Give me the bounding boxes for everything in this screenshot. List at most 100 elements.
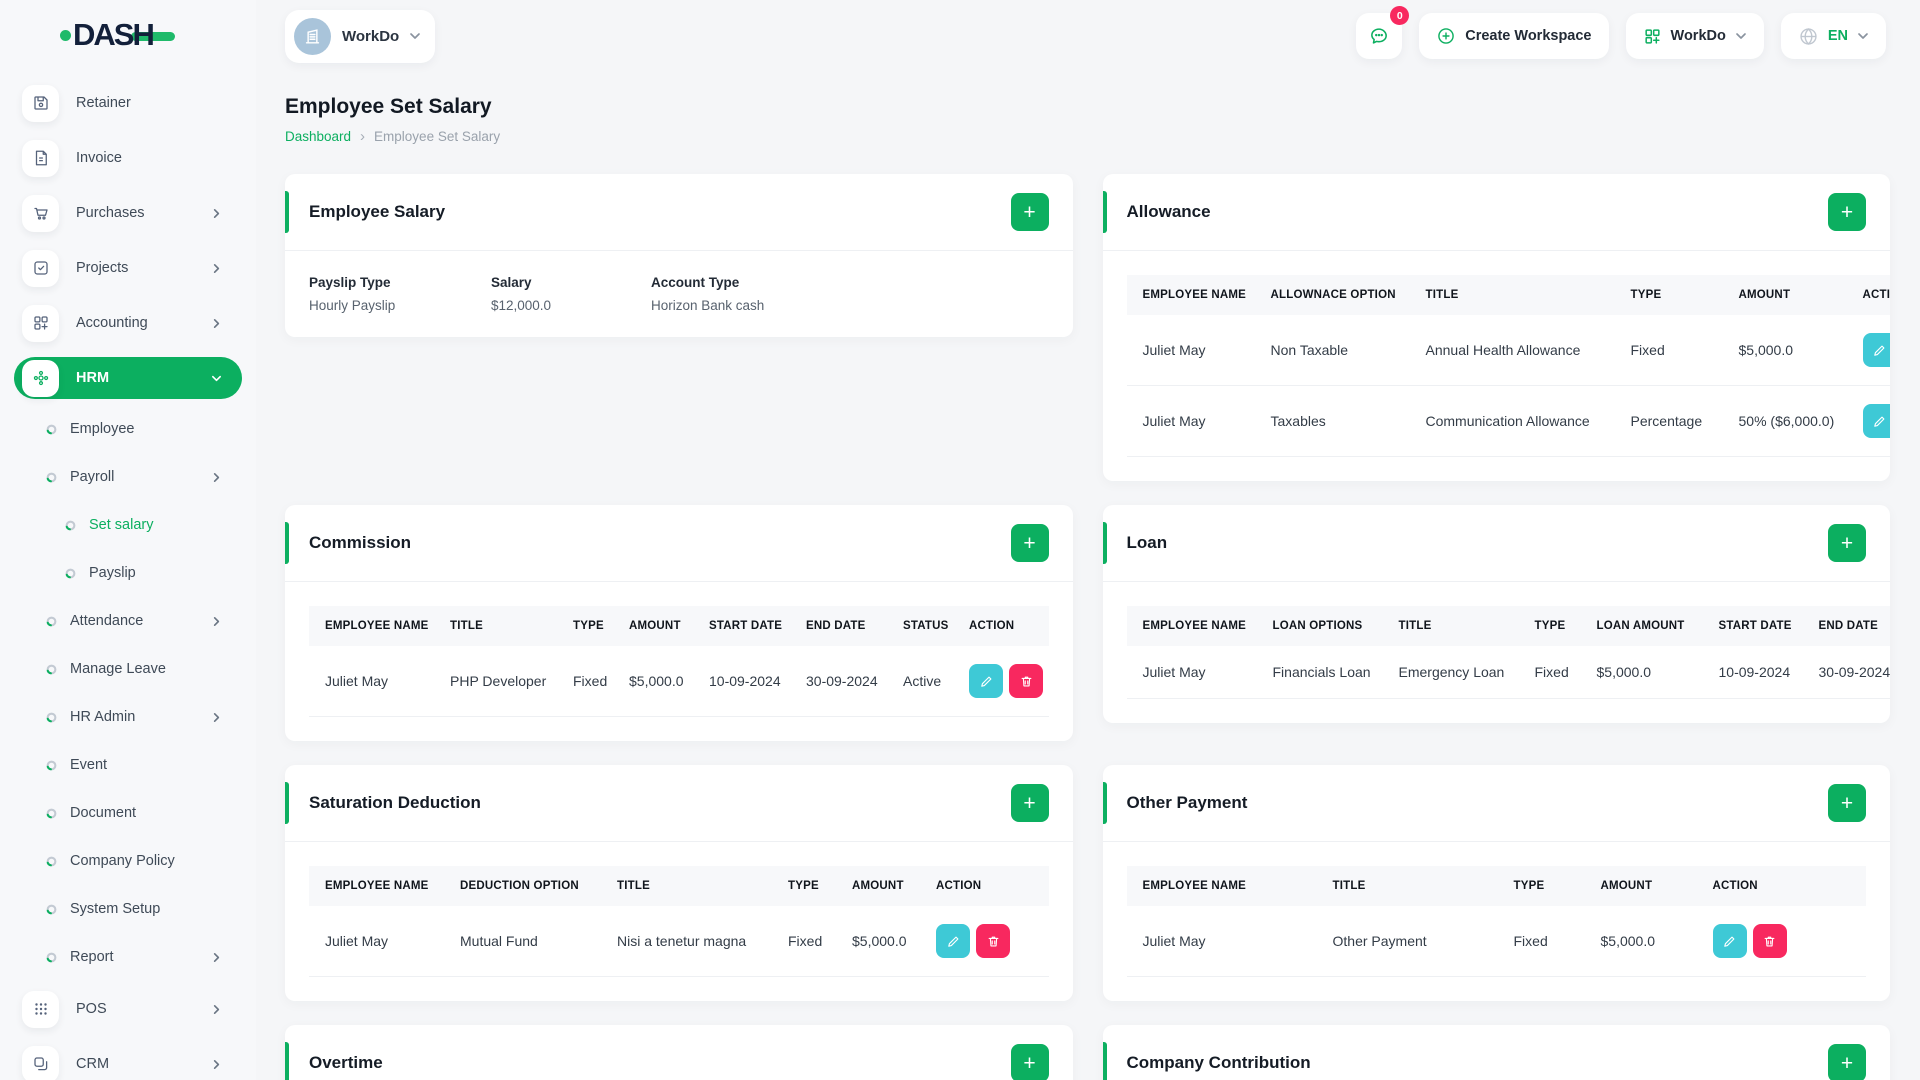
delete-button[interactable] (976, 924, 1010, 958)
breadcrumb: Dashboard › Employee Set Salary (285, 128, 1890, 145)
sidebar-item-purchases[interactable]: Purchases (14, 192, 242, 234)
workspace-selector[interactable]: WorkDo (285, 9, 436, 63)
commission-table: EMPLOYEE NAME TITLE TYPE AMOUNT START DA… (309, 606, 1049, 717)
loan-table: EMPLOYEE NAME LOAN OPTIONS TITLE TYPE LO… (1126, 606, 1890, 699)
table-row: Juliet May Other Payment Fixed $5,000.0 (1126, 906, 1866, 977)
sidebar-item-document[interactable]: Document (14, 796, 242, 830)
sidebar-item-report[interactable]: Report (14, 940, 242, 974)
card-accent (1102, 782, 1107, 824)
grid-plus-icon (22, 304, 59, 342)
add-saturation-deduction-button[interactable]: + (1010, 784, 1049, 822)
saturation-deduction-table: EMPLOYEE NAME DEDUCTION OPTION TITLE TYP… (309, 866, 1049, 977)
delete-button[interactable] (1009, 664, 1043, 698)
chevron-down-icon (211, 373, 222, 384)
sidebar-item-hrm[interactable]: HRM (14, 357, 242, 399)
card-accent (1102, 191, 1107, 233)
retainer-icon (22, 84, 59, 122)
sidebar-item-payroll[interactable]: Payroll (14, 460, 242, 494)
delete-button[interactable] (1752, 924, 1787, 958)
card-accent (285, 522, 289, 564)
sidebar-item-system-setup[interactable]: System Setup (14, 892, 242, 926)
add-employee-salary-button[interactable]: + (1010, 193, 1049, 231)
add-overtime-button[interactable]: + (1010, 1044, 1049, 1080)
app-logo: DASH (0, 0, 256, 70)
create-workspace-button[interactable]: Create Workspace (1419, 13, 1609, 59)
cart-icon (22, 194, 59, 232)
add-commission-button[interactable]: + (1010, 524, 1049, 562)
chevron-right-icon (211, 208, 222, 219)
add-other-payment-button[interactable]: + (1828, 784, 1866, 822)
edit-button[interactable] (1862, 404, 1890, 438)
field-salary: Salary $12,000.0 (491, 275, 552, 313)
company-contribution-card: Company Contribution + (1102, 1025, 1890, 1080)
bullet-icon (65, 520, 76, 530)
workspace-building-icon (294, 17, 331, 55)
sidebar-item-event[interactable]: Event (14, 748, 242, 782)
bullet-icon (65, 568, 76, 578)
chevron-right-icon (211, 616, 222, 627)
bullet-icon (46, 664, 57, 674)
sidebar-item-crm[interactable]: CRM (14, 1043, 242, 1080)
workspace-name: WorkDo (342, 27, 400, 45)
pos-grid-icon (22, 990, 59, 1028)
employee-salary-card: Employee Salary + Payslip Type Hourly Pa… (285, 174, 1073, 337)
hrm-icon (22, 359, 59, 397)
chevron-right-icon (211, 263, 222, 274)
chevron-right-icon (211, 1059, 222, 1070)
table-row: Juliet May Financials Loan Emergency Loa… (1126, 646, 1890, 699)
bullet-icon (46, 856, 57, 866)
bullet-icon (46, 616, 57, 626)
pencil-icon (1724, 936, 1735, 947)
sidebar-item-invoice[interactable]: Invoice (14, 137, 242, 179)
chevron-right-icon (211, 318, 222, 329)
commission-card: Commission + EMPLOYEE NAME TITLE TYPE AM… (285, 505, 1073, 741)
sidebar-item-company-policy[interactable]: Company Policy (14, 844, 242, 878)
sidebar-item-manage-leave[interactable]: Manage Leave (14, 652, 242, 686)
sidebar-nav: Retainer Invoice Purchases Projects Acco… (0, 70, 256, 1080)
topbar: WorkDo 0 Create Workspace WorkDo EN (256, 0, 1920, 72)
sidebar: DASH Retainer Invoice Purchases Projects… (0, 0, 256, 1080)
trash-icon (1764, 936, 1775, 946)
add-allowance-button[interactable]: + (1828, 193, 1866, 231)
bullet-icon (46, 760, 57, 770)
chevron-right-icon (211, 472, 222, 483)
breadcrumb-current: Employee Set Salary (374, 129, 501, 144)
sidebar-item-employee[interactable]: Employee (14, 412, 242, 446)
chevron-down-icon (409, 30, 421, 42)
saturation-deduction-card: Saturation Deduction + EMPLOYEE NAME DED… (285, 765, 1073, 1001)
chevron-down-icon (1735, 30, 1747, 42)
edit-button[interactable] (1712, 924, 1747, 958)
bullet-icon (46, 952, 57, 962)
language-button[interactable]: EN (1780, 13, 1886, 59)
card-accent (1102, 1042, 1107, 1080)
chat-icon (1371, 28, 1388, 44)
sidebar-item-accounting[interactable]: Accounting (14, 302, 242, 344)
edit-button[interactable] (969, 664, 1003, 698)
messages-badge: 0 (1390, 6, 1410, 25)
add-loan-button[interactable]: + (1828, 524, 1866, 562)
plus-circle-icon (1436, 26, 1456, 46)
table-row: Juliet May Non Taxable Annual Health All… (1126, 315, 1890, 386)
other-payment-table: EMPLOYEE NAME TITLE TYPE AMOUNT ACTION J… (1126, 866, 1866, 977)
page-title: Employee Set Salary (285, 95, 492, 118)
messages-button[interactable]: 0 (1356, 6, 1410, 59)
sidebar-item-attendance[interactable]: Attendance (14, 604, 242, 638)
edit-button[interactable] (936, 924, 970, 958)
breadcrumb-dashboard-link[interactable]: Dashboard (285, 129, 351, 144)
edit-button[interactable] (1862, 333, 1890, 367)
sidebar-item-set-salary[interactable]: Set salary (14, 508, 242, 542)
allowance-card: Allowance + EMPLOYEE NAME ALLOWNACE OPTI… (1102, 174, 1890, 481)
add-company-contribution-button[interactable]: + (1828, 1044, 1866, 1080)
card-accent (285, 1042, 289, 1080)
sidebar-item-hr-admin[interactable]: HR Admin (14, 700, 242, 734)
sidebar-item-payslip[interactable]: Payslip (14, 556, 242, 590)
bullet-icon (46, 712, 57, 722)
sidebar-item-projects[interactable]: Projects (14, 247, 242, 289)
sidebar-item-retainer[interactable]: Retainer (14, 82, 242, 124)
crm-icon (22, 1045, 59, 1080)
sidebar-item-pos[interactable]: POS (14, 988, 242, 1030)
card-accent (285, 782, 289, 824)
field-payslip-type: Payslip Type Hourly Payslip (309, 275, 396, 313)
bullet-icon (46, 472, 57, 482)
workdo-menu-button[interactable]: WorkDo (1625, 13, 1764, 59)
